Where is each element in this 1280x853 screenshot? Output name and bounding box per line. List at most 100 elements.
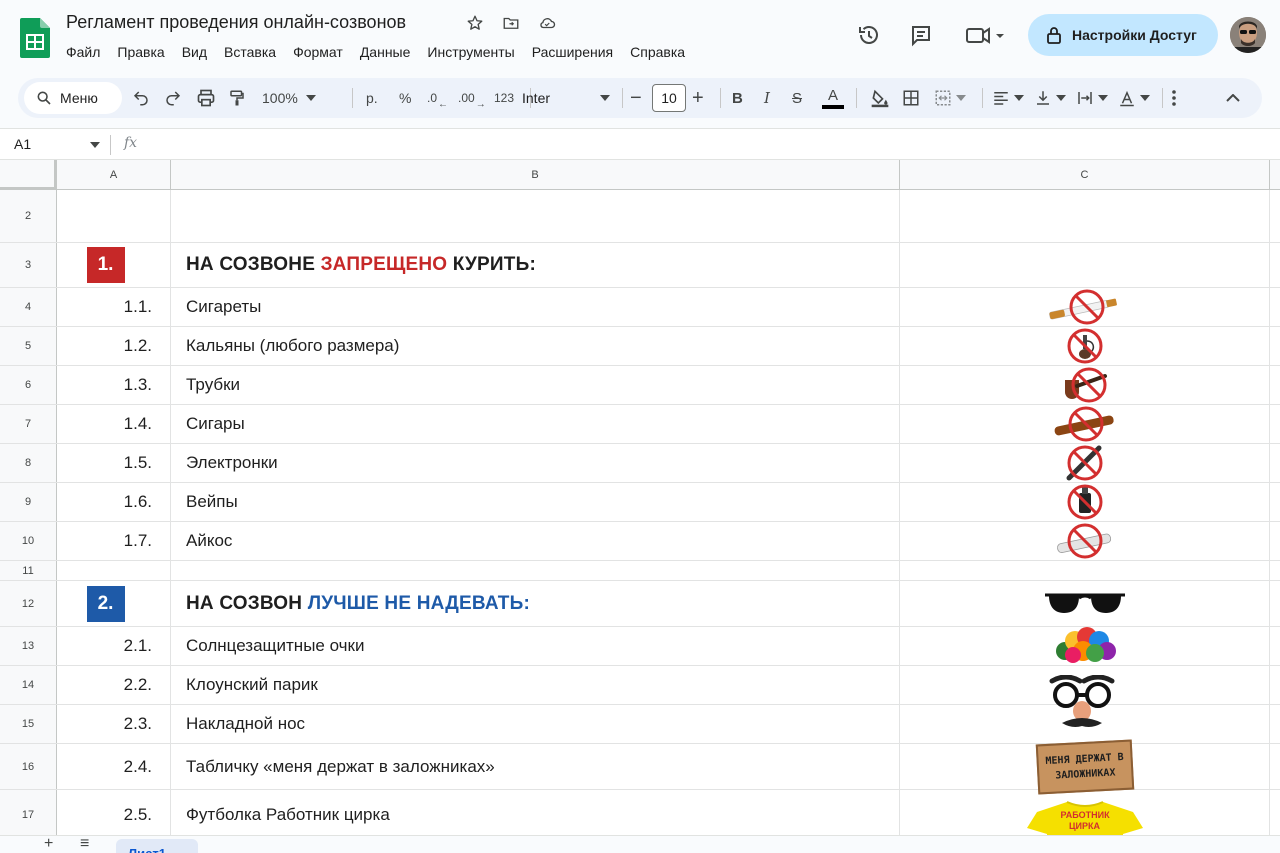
borders-icon[interactable] [902,78,920,118]
cell-a[interactable]: 1. [57,243,171,287]
row-header[interactable]: 7 [0,405,57,443]
sheet-tab[interactable]: Лист1 [116,839,198,853]
menu-view[interactable]: Вид [182,44,207,60]
cell-b[interactable]: Вейпы [171,483,900,521]
zoom-select[interactable]: 100% [262,78,316,118]
cell-b[interactable]: НА СОЗВОНЕ ЗАПРЕЩЕНО КУРИТЬ: [171,243,900,287]
cell-c[interactable] [900,190,1270,242]
cell-b[interactable]: Солнцезащитные очки [171,627,900,665]
cell-a[interactable]: 1.5. [57,444,171,482]
cell-c[interactable] [900,483,1270,521]
cell-a[interactable]: 2.5. [57,790,171,835]
increase-font-size-button[interactable]: + [692,78,704,118]
italic-icon[interactable]: I [764,78,770,118]
vertical-align-icon[interactable] [1034,78,1066,118]
font-family-select[interactable]: Inter [522,78,610,118]
menu-extensions[interactable]: Расширения [532,44,613,60]
cell-a[interactable]: 1.4. [57,405,171,443]
cell-c[interactable] [900,327,1270,365]
cell-b[interactable]: Табличку «меня держат в заложниках» [171,744,900,789]
print-icon[interactable] [196,78,216,118]
cell-a[interactable]: 2.4. [57,744,171,789]
percent-format-button[interactable]: % [399,78,411,118]
cell-a[interactable]: 1.3. [57,366,171,404]
avatar[interactable] [1230,17,1266,53]
cell-b[interactable]: Айкос [171,522,900,560]
menu-help[interactable]: Справка [630,44,685,60]
version-history-icon[interactable] [856,22,882,48]
cell-c[interactable]: МЕНЯ ДЕРЖАТ В ЗАЛОЖНИКАХ [900,739,1270,794]
cell-a[interactable]: 1.2. [57,327,171,365]
cell-a[interactable]: 2.3. [57,705,171,743]
more-options-icon[interactable] [1172,78,1176,118]
chevron-down-icon[interactable] [90,142,100,148]
cell-c[interactable] [900,627,1270,665]
select-all-corner[interactable] [0,160,57,190]
cell-a[interactable]: 2.2. [57,666,171,704]
cell-b[interactable]: Клоунский парик [171,666,900,704]
merge-cells-icon[interactable] [934,78,966,118]
font-size-input[interactable]: 10 [652,84,686,112]
text-color-icon[interactable]: A [822,78,844,118]
row-header[interactable]: 16 [0,744,57,789]
row-header[interactable]: 17 [0,790,57,835]
name-box[interactable]: A1 [14,136,31,152]
cell-a[interactable]: 1.1. [57,288,171,326]
row-header[interactable]: 4 [0,288,57,326]
bold-icon[interactable]: B [732,78,743,118]
menu-data[interactable]: Данные [360,44,411,60]
share-button[interactable]: Настройки Достуг [1028,14,1218,56]
row-header[interactable]: 5 [0,327,57,365]
all-sheets-icon[interactable]: ≡ [80,835,89,853]
sheets-logo-icon[interactable] [20,18,50,58]
cell-a[interactable]: 2. [57,581,171,626]
row-header[interactable]: 9 [0,483,57,521]
cell-b[interactable]: Кальяны (любого размера) [171,327,900,365]
cell-c[interactable] [900,243,1270,287]
fill-color-icon[interactable] [870,78,890,118]
increase-decimal-button[interactable]: .00 → [458,78,486,118]
cell-a[interactable]: 2.1. [57,627,171,665]
meet-icon[interactable] [964,22,1008,48]
cell-b[interactable] [171,561,900,580]
move-folder-icon[interactable] [500,12,522,34]
cell-b[interactable]: Трубки [171,366,900,404]
collapse-toolbar-icon[interactable] [1226,78,1240,118]
redo-icon[interactable] [164,78,182,118]
number-format-button[interactable]: 123 [494,78,514,118]
cell-c[interactable] [900,561,1270,580]
row-header[interactable]: 15 [0,705,57,743]
menu-file[interactable]: Файл [66,44,100,60]
column-header-b[interactable]: B [171,160,900,190]
strikethrough-icon[interactable]: S [792,78,802,118]
menu-edit[interactable]: Правка [117,44,164,60]
menu-format[interactable]: Формат [293,44,343,60]
currency-format-button[interactable]: р. [366,78,378,118]
column-header-c[interactable]: C [900,160,1270,190]
row-header[interactable]: 8 [0,444,57,482]
cell-a[interactable]: 1.7. [57,522,171,560]
document-title[interactable]: Регламент проведения онлайн-созвонов [66,12,406,33]
row-header[interactable]: 6 [0,366,57,404]
cell-c[interactable]: РАБОТНИК ЦИРКА [900,790,1270,835]
row-header[interactable]: 10 [0,522,57,560]
cell-c[interactable] [900,444,1270,482]
row-header[interactable]: 13 [0,627,57,665]
cell-c[interactable] [900,366,1270,404]
cell-b[interactable]: НА СОЗВОН ЛУЧШЕ НЕ НАДЕВАТЬ: [171,581,900,626]
text-wrapping-icon[interactable] [1076,78,1108,118]
cell-b[interactable] [171,190,900,242]
add-sheet-icon[interactable]: + [44,835,53,853]
row-header[interactable]: 14 [0,666,57,704]
cell-b[interactable]: Футболка Работник цирка [171,790,900,835]
star-icon[interactable] [464,12,486,34]
cell-a[interactable]: 1.6. [57,483,171,521]
cell-b[interactable]: Накладной нос [171,705,900,743]
undo-icon[interactable] [132,78,150,118]
cell-b[interactable]: Электронки [171,444,900,482]
cell-c[interactable] [900,405,1270,443]
cell-c[interactable] [900,581,1270,626]
paint-format-icon[interactable] [228,78,246,118]
column-header-a[interactable]: A [57,160,171,190]
cell-b[interactable]: Сигары [171,405,900,443]
